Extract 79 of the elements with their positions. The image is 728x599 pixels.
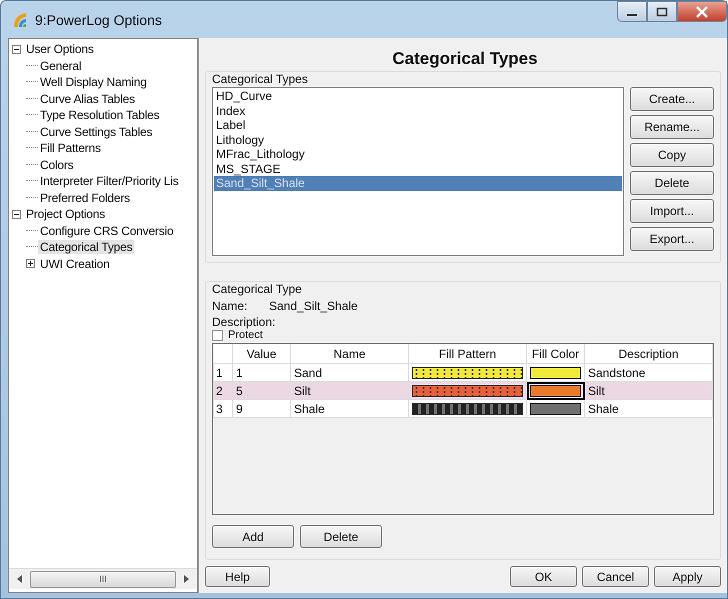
maximize-icon: [656, 6, 668, 16]
table-cell: Silt: [290, 382, 408, 400]
name-value: Sand_Silt_Shale: [269, 299, 358, 313]
list-item[interactable]: MS_STAGE: [214, 162, 622, 176]
table-cell: 1: [214, 364, 232, 382]
table-row[interactable]: 2 5 Silt Silt: [214, 382, 712, 400]
table-cell: 9: [232, 400, 290, 418]
protect-checkbox[interactable]: Protect: [212, 329, 714, 341]
tree-item[interactable]: User Options: [24, 42, 96, 56]
tree-item[interactable]: UWI Creation: [38, 256, 112, 271]
tree-item[interactable]: Type Resolution Tables: [38, 108, 162, 122]
tree-item[interactable]: General: [38, 58, 84, 73]
expand-icon[interactable]: [26, 259, 38, 268]
table-cell: Silt: [584, 382, 712, 400]
minimize-button[interactable]: [617, 1, 647, 22]
tree-item[interactable]: Project Options: [24, 207, 108, 222]
tree-item[interactable]: Curve Alias Tables: [38, 92, 137, 106]
scroll-right-icon[interactable]: [184, 575, 189, 583]
column-header[interactable]: Name: [290, 344, 408, 364]
table-cell: 3: [214, 400, 232, 418]
table-cell: Shale: [290, 400, 408, 418]
table-row[interactable]: 1 1 Sand Sandstone: [214, 364, 712, 382]
tree-item[interactable]: Colors: [38, 158, 76, 172]
action-button[interactable]: Delete: [630, 171, 714, 195]
color-swatch[interactable]: [530, 366, 581, 378]
scroll-left-icon[interactable]: [17, 575, 22, 583]
close-button[interactable]: [677, 1, 727, 22]
help-button[interactable]: Help: [205, 566, 270, 587]
action-button[interactable]: Export...: [630, 227, 714, 251]
action-button[interactable]: Create...: [630, 87, 714, 111]
column-header[interactable]: Fill Color: [526, 344, 584, 364]
field-label: Name:: [212, 299, 248, 313]
type-list[interactable]: HD_Curve Index Label Lithology MFrac_Lithology MS_STAGE Sand_Silt_Shale: [212, 87, 624, 256]
tree-item[interactable]: Fill Patterns: [38, 141, 103, 156]
collapse-icon[interactable]: [12, 44, 24, 54]
horizontal-scrollbar[interactable]: III: [9, 568, 197, 589]
action-button[interactable]: Rename...: [630, 115, 714, 139]
list-item[interactable]: Index: [214, 104, 622, 118]
app-logo-icon: [11, 10, 29, 28]
scroll-thumb[interactable]: III: [30, 570, 176, 588]
color-swatch[interactable]: [530, 402, 581, 414]
tree-item[interactable]: Categorical Types: [38, 240, 134, 254]
column-header[interactable]: Fill Pattern: [408, 344, 526, 364]
list-item[interactable]: MFrac_Lithology: [214, 147, 622, 162]
maximize-button[interactable]: [647, 1, 677, 22]
table-cell: Sand: [290, 364, 408, 382]
column-header[interactable]: Description: [584, 344, 712, 364]
action-button[interactable]: Copy: [630, 143, 714, 167]
tree-item[interactable]: Configure CRS Conversio: [38, 224, 176, 238]
tree-item[interactable]: Interpreter Filter/Priority Lis: [38, 174, 181, 188]
list-item[interactable]: HD_Curve: [214, 89, 622, 104]
tree-item[interactable]: Well Display Naming: [38, 75, 149, 90]
table-cell: 2: [214, 382, 232, 400]
field-label: Description:: [212, 315, 276, 329]
group-title: Categorical Types: [212, 72, 309, 86]
dialog-button[interactable]: Apply: [654, 566, 721, 587]
collapse-icon[interactable]: [12, 210, 24, 219]
window-title: 9:PowerLog Options: [35, 12, 162, 28]
close-icon: [695, 6, 709, 18]
list-item[interactable]: Label: [214, 118, 622, 132]
action-button[interactable]: Import...: [630, 199, 714, 223]
tree-item[interactable]: Curve Settings Tables: [38, 124, 154, 139]
color-swatch[interactable]: [530, 384, 581, 396]
column-header[interactable]: Value: [232, 344, 290, 364]
minimize-icon: [627, 14, 637, 16]
group-title: Categorical Type: [212, 282, 303, 296]
table-row[interactable]: 3 9 Shale Shale: [214, 400, 712, 418]
table-cell: 5: [232, 382, 290, 400]
action-button[interactable]: Add: [212, 525, 294, 548]
table-cell: 1: [232, 364, 290, 382]
table-cell: Shale: [584, 400, 712, 418]
tree-item[interactable]: Preferred Folders: [38, 190, 132, 205]
dialog-button[interactable]: OK: [510, 566, 577, 587]
list-item[interactable]: Lithology: [214, 132, 622, 147]
action-button[interactable]: Delete: [300, 525, 382, 548]
dialog-button[interactable]: Cancel: [582, 566, 649, 587]
checkbox[interactable]: [212, 330, 223, 340]
table-cell: Sandstone: [584, 364, 712, 382]
page-heading: Categorical Types: [391, 48, 539, 70]
